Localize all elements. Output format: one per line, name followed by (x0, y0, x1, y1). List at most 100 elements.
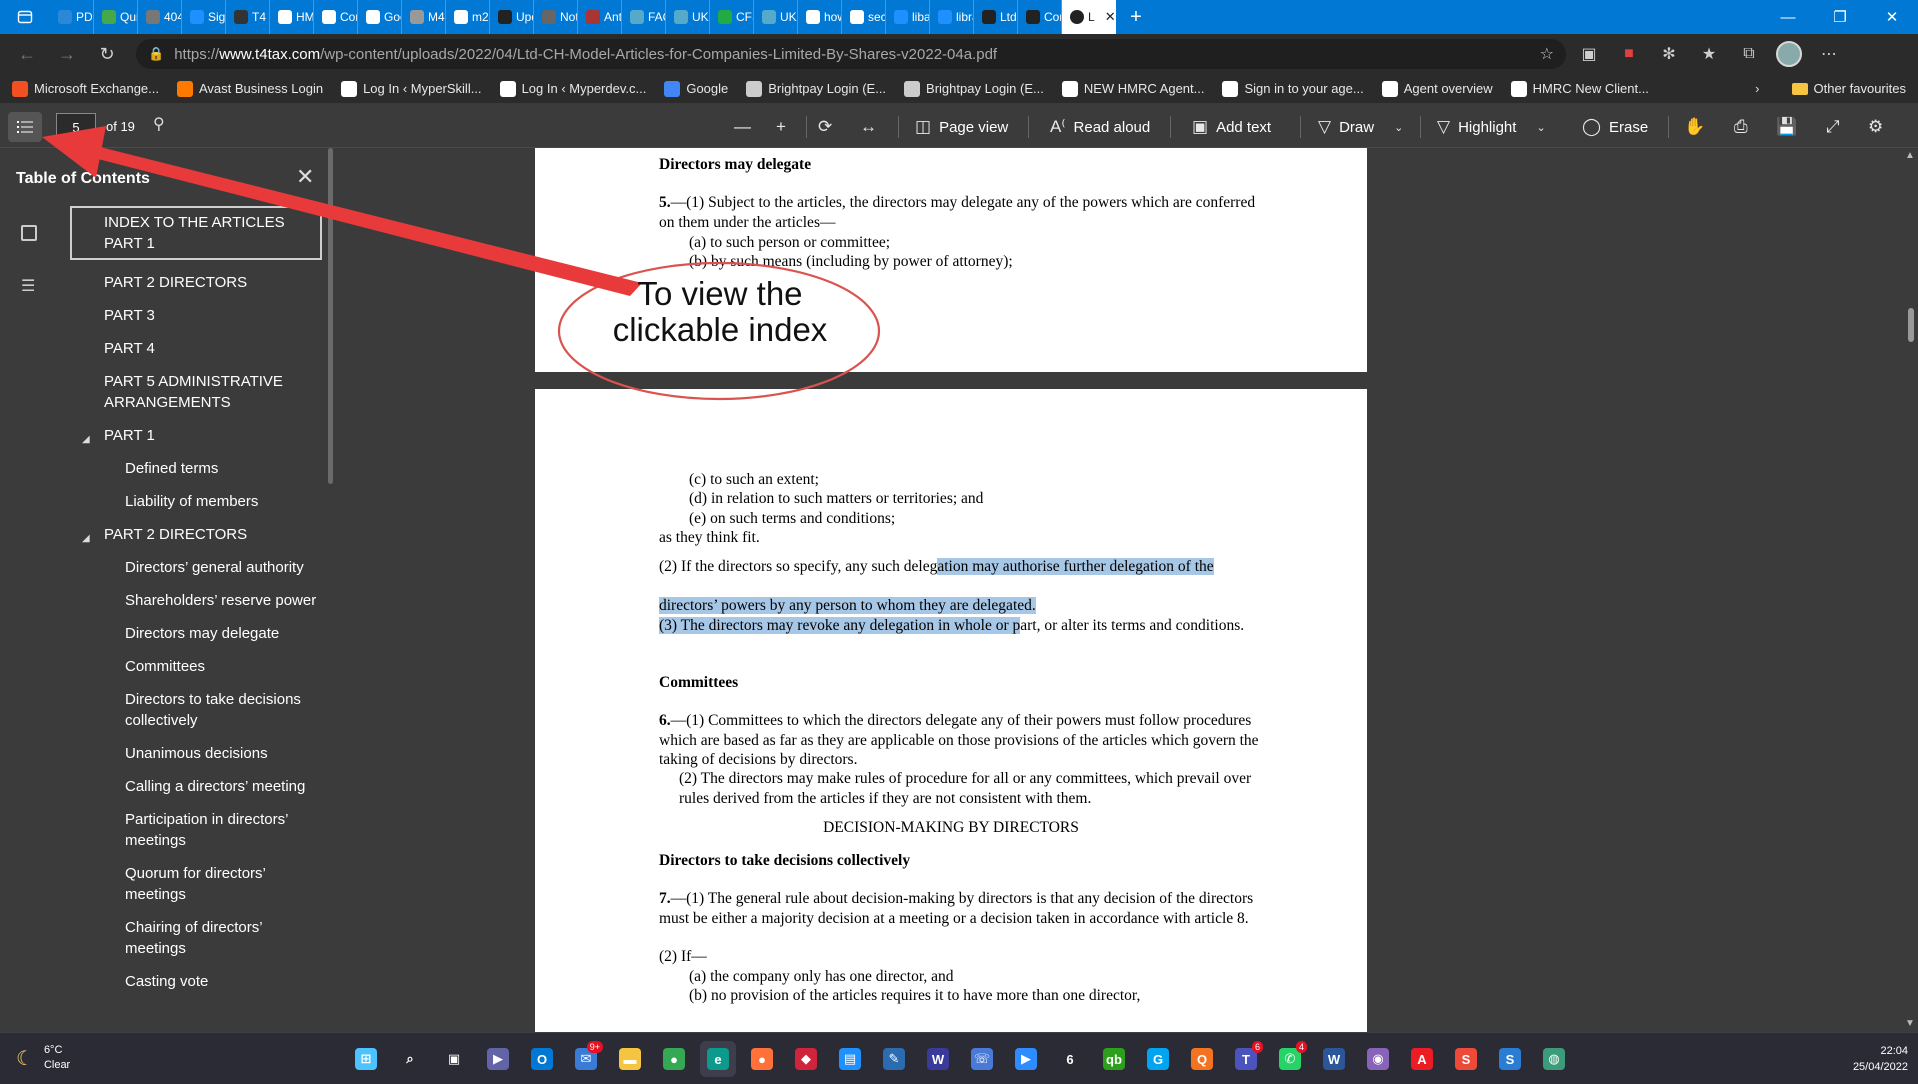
toc-item[interactable]: ◢ PART 2 DIRECTORS (70, 518, 322, 551)
url-field[interactable]: 🔒 https://www.t4tax.com/wp-content/uploa… (136, 39, 1566, 69)
chevron-down-icon[interactable]: ⌄ (1394, 121, 1403, 134)
expand-triangle-icon[interactable]: ◢ (82, 429, 90, 450)
browser-tab[interactable]: Anti- (578, 0, 622, 34)
browser-tab[interactable]: PDF (50, 0, 94, 34)
toc-item[interactable]: PART 5 ADMINISTRATIVE ARRANGEMENTS (70, 365, 322, 419)
media-icon[interactable]: ◉ (1360, 1041, 1396, 1077)
favourite-link[interactable]: Log In ‹ MyperSkill... (341, 80, 482, 97)
settings-gear-icon[interactable]: ⚙ (1868, 114, 1883, 140)
page-number-input[interactable]: 5 (56, 113, 96, 141)
paragraph-highlighted[interactable]: directors’ powers by any person to whom … (659, 596, 1259, 616)
favourite-link[interactable]: Sign in to your age... (1222, 80, 1364, 97)
page-view-button[interactable]: ◫ Page view (915, 114, 1008, 140)
system-clock[interactable]: 22:04 25/04/2022 (1853, 1043, 1908, 1075)
back-button[interactable]: ← (10, 39, 44, 69)
browser-tab[interactable]: Comp (1018, 0, 1062, 34)
toc-item[interactable]: INDEX TO THE ARTICLES PART 1 (70, 206, 322, 260)
search-icon[interactable]: ⚲ (153, 114, 165, 134)
app-s2-icon[interactable]: S (1492, 1041, 1528, 1077)
favourite-link[interactable]: Google (664, 80, 728, 97)
browser-tab[interactable]: Comp (314, 0, 358, 34)
browser-tab[interactable]: M4 Ti (402, 0, 446, 34)
browser-tab[interactable]: m25 (446, 0, 490, 34)
browser-tab[interactable]: libaa (886, 0, 930, 34)
edge-icon[interactable]: e (700, 1041, 736, 1077)
draw-button[interactable]: ▽ Draw ⌄ (1318, 114, 1403, 140)
rotate-button[interactable]: ⟳ (818, 114, 832, 140)
erase-button[interactable]: ◯ Erase (1582, 114, 1648, 140)
toc-subitem[interactable]: Chairing of directors’ meetings (70, 911, 322, 965)
close-icon[interactable]: ✕ (296, 164, 314, 190)
toc-subitem[interactable]: Quorum for directors’ meetings (70, 857, 322, 911)
browser-tab[interactable]: Upd (490, 0, 534, 34)
favourite-link[interactable]: Avast Business Login (177, 80, 323, 97)
scrollbar-thumb[interactable] (1908, 308, 1914, 342)
add-favourite-icon[interactable]: ☆ (1540, 44, 1554, 64)
toc-subitem[interactable]: Defined terms (70, 452, 322, 485)
extensions-icon[interactable]: ✻ (1652, 39, 1686, 69)
browser-tab[interactable]: HMR (270, 0, 314, 34)
browser-tab[interactable]: Notif (534, 0, 578, 34)
table-of-contents-button[interactable] (8, 112, 42, 142)
mail-icon[interactable]: ✉ 9+ (568, 1041, 604, 1077)
toc-subitem[interactable]: Committees (70, 650, 322, 683)
minimize-button[interactable]: — (1762, 0, 1814, 34)
chat-icon[interactable]: ▶ (480, 1041, 516, 1077)
search-app-icon[interactable]: Q (1184, 1041, 1220, 1077)
zoom-out-button[interactable]: — (734, 114, 751, 140)
browser-tab[interactable]: UK & (666, 0, 710, 34)
qb-icon[interactable]: qb (1096, 1041, 1132, 1077)
highlight-button[interactable]: ▽ Highlight ⌄ (1437, 114, 1546, 140)
toc-subitem[interactable]: Unanimous decisions (70, 737, 322, 770)
toc-subitem[interactable]: Liability of members (70, 485, 322, 518)
word-icon[interactable]: W (1316, 1041, 1352, 1077)
lock-icon[interactable]: 🔒 (148, 46, 164, 62)
contents-list-icon[interactable]: ☰ (21, 276, 35, 296)
app-s-icon[interactable]: S (1448, 1041, 1484, 1077)
extension-icon[interactable]: ▣ (1572, 39, 1606, 69)
expand-triangle-icon[interactable]: ◢ (82, 528, 90, 549)
app6-icon[interactable]: 6 (1052, 1041, 1088, 1077)
touch-icon[interactable]: ✋ (1684, 114, 1705, 140)
search-icon[interactable]: ⌕ (392, 1041, 428, 1077)
zoom-icon[interactable]: ▶ (1008, 1041, 1044, 1077)
toc-subitem[interactable]: Participation in directors’ meetings (70, 803, 322, 857)
favourite-link[interactable]: NEW HMRC Agent... (1061, 80, 1204, 97)
new-tab-button[interactable]: + (1116, 6, 1156, 29)
add-text-button[interactable]: ▣ Add text (1192, 114, 1271, 140)
toc-item[interactable]: PART 4 (70, 332, 322, 365)
toc-subitem[interactable]: Directors’ general authority (70, 551, 322, 584)
browser-tab[interactable]: FAQs (622, 0, 666, 34)
zoom-in-button[interactable]: + (776, 114, 786, 140)
browser-tab[interactable]: sectio (842, 0, 886, 34)
favourite-link[interactable]: Brightpay Login (E... (746, 80, 886, 97)
print-icon[interactable]: ⎙ (1734, 114, 1748, 140)
thumbnails-icon[interactable] (21, 225, 37, 241)
favourite-link[interactable]: HMRC New Client... (1510, 80, 1649, 97)
restore-button[interactable]: ❐ (1814, 0, 1866, 34)
refresh-button[interactable]: ↻ (90, 39, 124, 69)
fit-to-width-button[interactable]: ↔ (860, 114, 877, 140)
browser-tab[interactable]: 404 N (138, 0, 182, 34)
feedback-icon[interactable]: ✎ (876, 1041, 912, 1077)
chevron-down-icon[interactable]: ⌄ (1536, 121, 1545, 134)
word-like-icon[interactable]: W (920, 1041, 956, 1077)
browser-tab[interactable]: Goog (358, 0, 402, 34)
outlook-icon[interactable]: O (524, 1041, 560, 1077)
favourite-link[interactable]: Brightpay Login (E... (904, 80, 1044, 97)
globe-icon[interactable]: ◍ (1536, 1041, 1572, 1077)
tab-actions-menu-icon[interactable] (0, 0, 50, 34)
paragraph-highlighted[interactable]: (3) The directors may revoke any delegat… (659, 616, 1259, 636)
favourite-link[interactable]: Agent overview (1381, 80, 1493, 97)
browser-tab-active[interactable]: L ✕ (1062, 0, 1116, 34)
scroll-up-icon[interactable]: ▲ (1905, 150, 1915, 161)
url-text[interactable]: https://www.t4tax.com/wp-content/uploads… (174, 46, 1529, 63)
toc-subitem[interactable]: Casting vote (70, 965, 322, 998)
toc-item[interactable]: PART 2 DIRECTORS (70, 266, 322, 299)
toc-subitem[interactable]: Shareholders’ reserve power (70, 584, 322, 617)
favourite-link[interactable]: Microsoft Exchange... (12, 80, 159, 97)
teams-icon[interactable]: T6 (1228, 1041, 1264, 1077)
browser-tab[interactable]: Quick (94, 0, 138, 34)
explorer-icon[interactable]: ▬ (612, 1041, 648, 1077)
toc-subitem[interactable]: Directors may delegate (70, 617, 322, 650)
